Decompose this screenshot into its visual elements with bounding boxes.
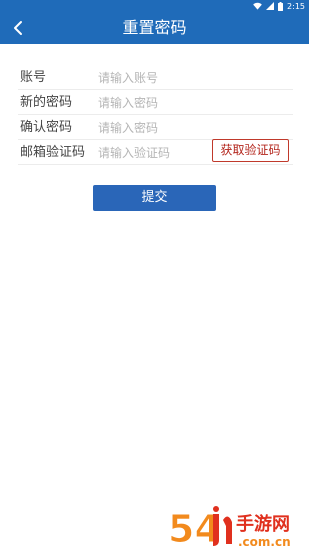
confirm-password-label: 确认密码 [20,120,73,135]
status-bar: 2:15 [0,0,309,12]
new-password-input[interactable] [98,93,208,112]
signal-icon [266,2,275,10]
status-icons: 2:15 [253,1,305,11]
watermark-logo: 54 手游网 .com.cn [168,506,291,550]
get-code-button[interactable]: 获取验证码 [212,139,289,162]
confirm-password-input[interactable] [98,118,208,137]
account-row: 账号 [18,65,293,90]
account-label: 账号 [20,70,47,85]
new-password-label: 新的密码 [20,95,73,110]
email-code-row: 邮箱验证码 获取验证码 [18,139,293,165]
reset-password-form: 账号 新的密码 确认密码 邮箱验证码 获取验证码 [18,65,293,165]
battery-icon [278,1,284,11]
svg-text:手游网: 手游网 [236,513,290,535]
app-bar: 重置密码 [0,12,309,44]
status-time: 2:15 [287,1,305,11]
svg-text:.com.cn: .com.cn [238,535,291,549]
svg-text:54: 54 [168,507,221,550]
email-code-input[interactable] [98,143,208,162]
account-input[interactable] [98,68,208,87]
page-title: 重置密码 [122,18,187,37]
confirm-password-row: 确认密码 [18,115,293,140]
new-password-row: 新的密码 [18,90,293,115]
wifi-icon [253,2,262,10]
email-code-label: 邮箱验证码 [20,145,86,160]
submit-button[interactable]: 提交 [93,185,216,211]
